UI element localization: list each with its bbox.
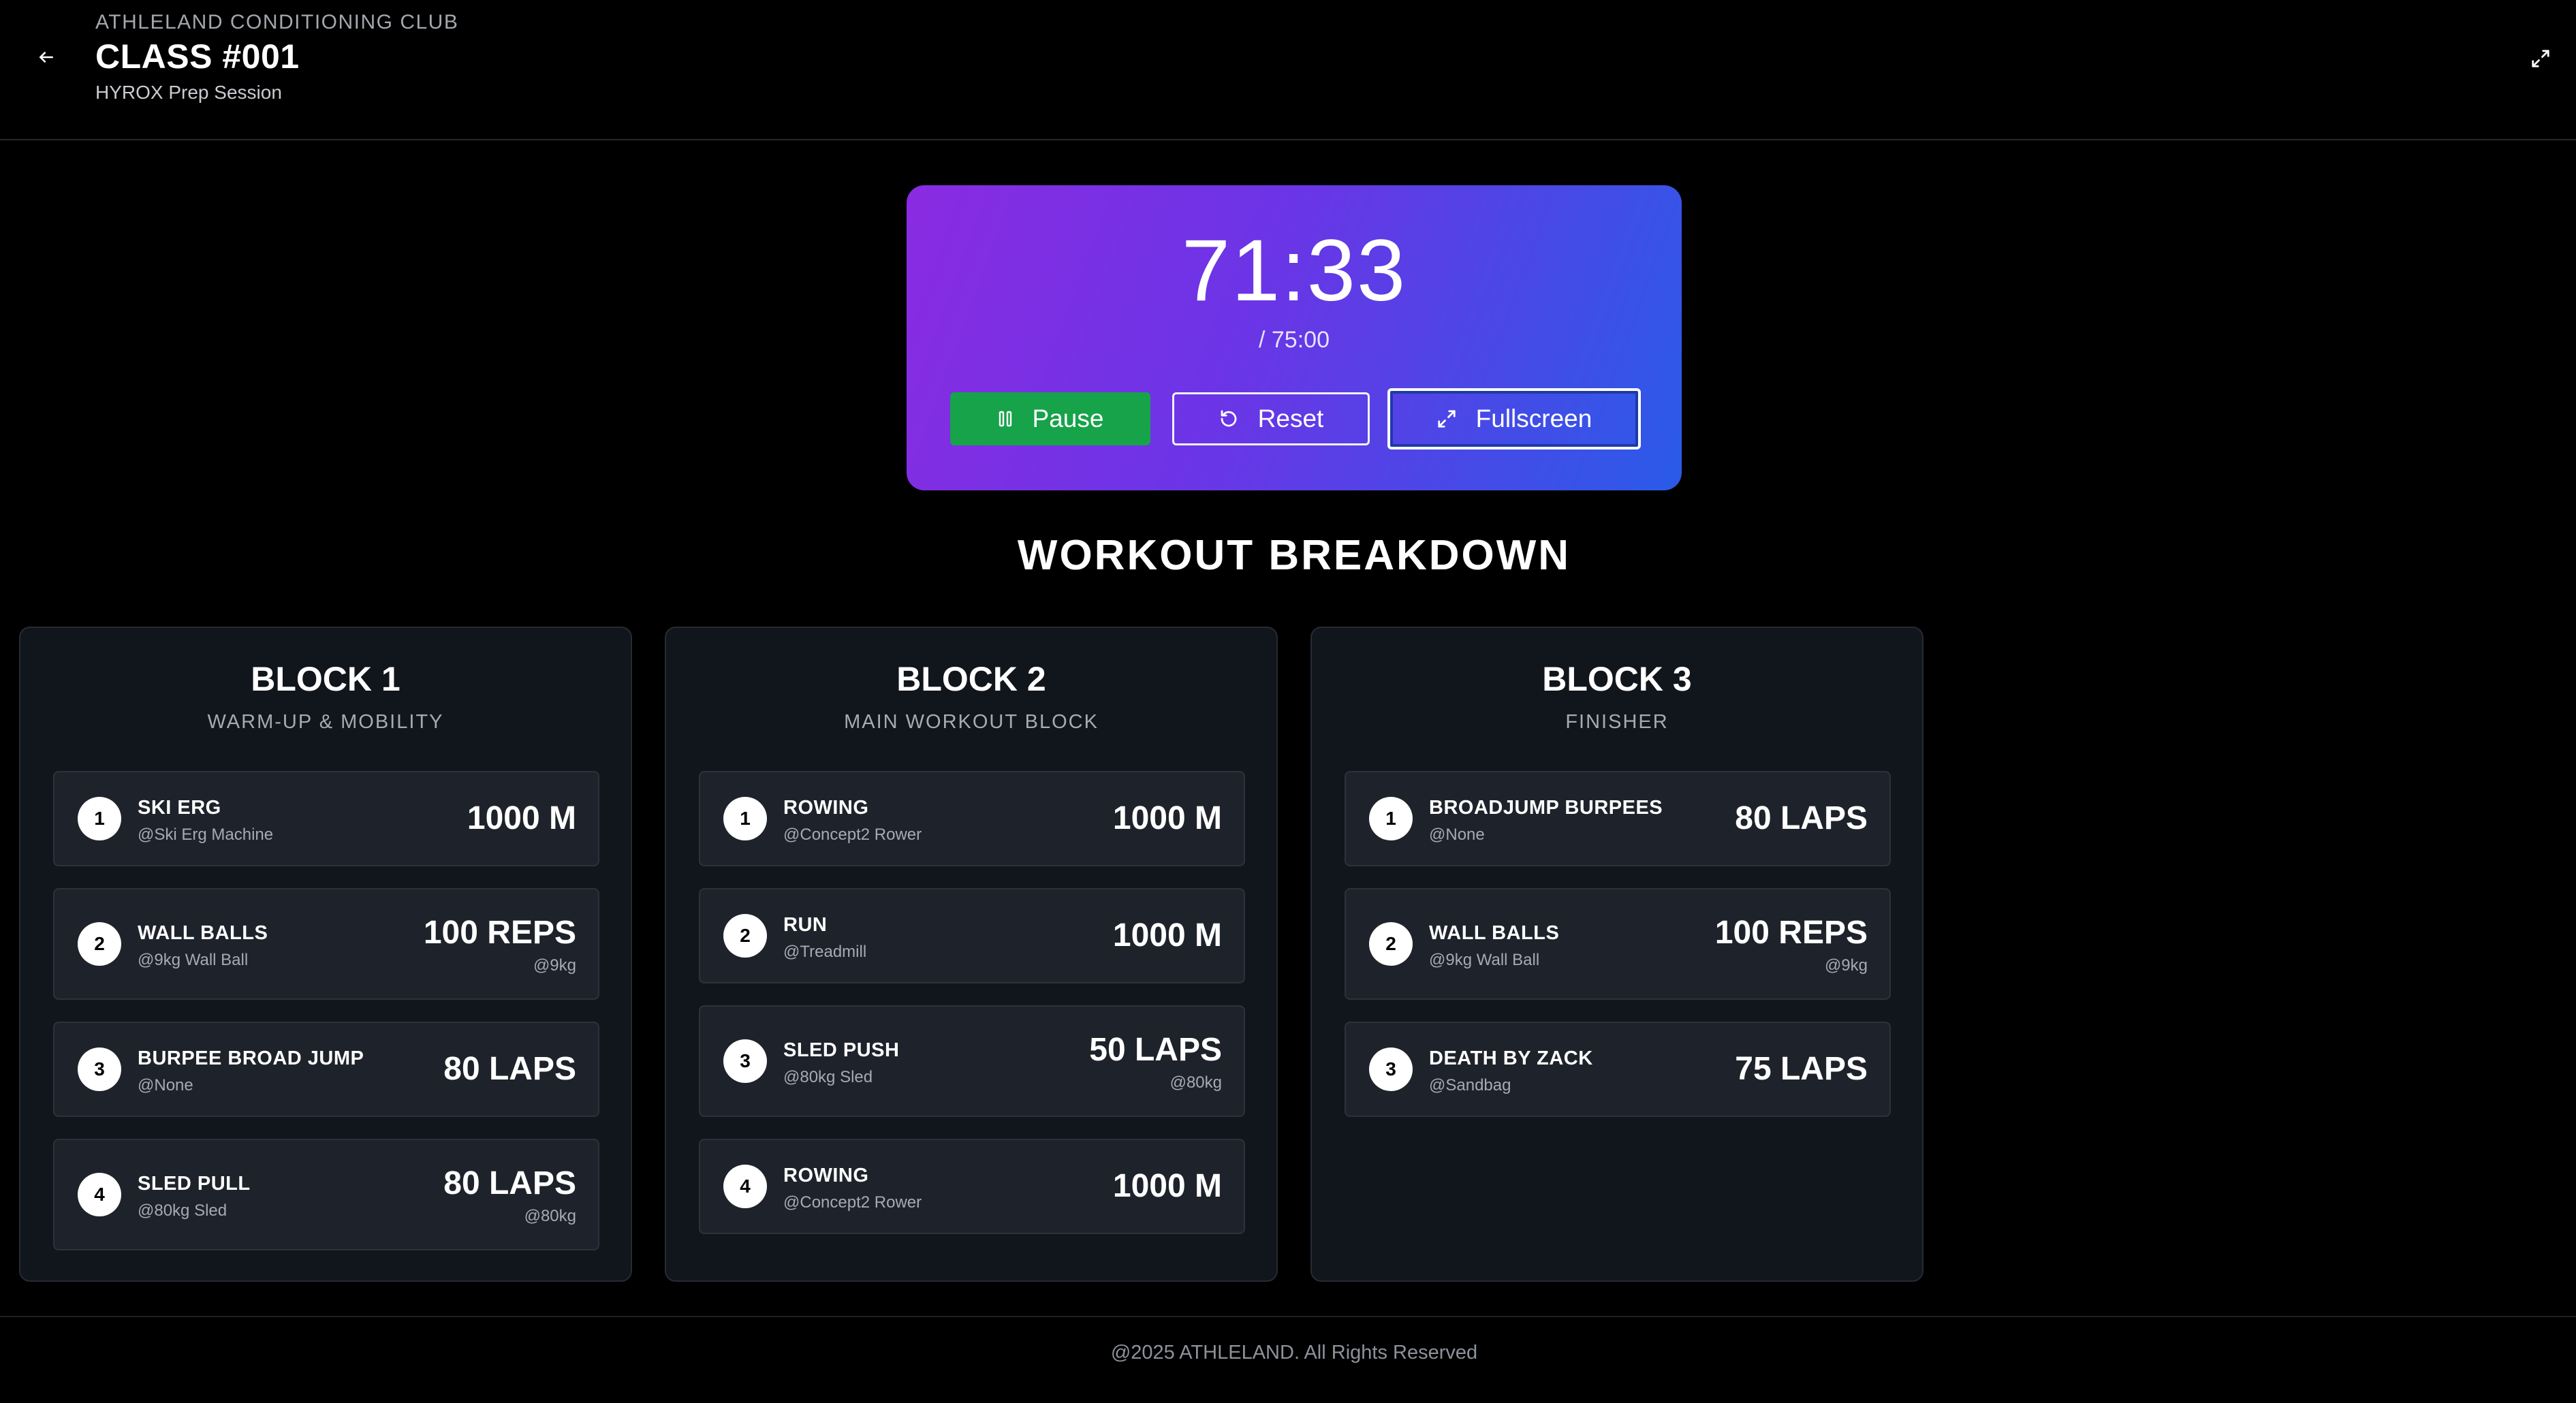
exercise-name: ROWING	[783, 797, 869, 819]
timer-card: 71:33 / 75:00 Pause Reset Fullscreen	[907, 185, 1682, 490]
page-header: ATHLELAND CONDITIONING CLUB CLASS #001 H…	[0, 0, 2576, 140]
exercise-item: 4 ROWING @Concept2 Rower 1000 M	[699, 1139, 1245, 1234]
club-name: ATHLELAND CONDITIONING CLUB	[95, 11, 459, 33]
exercise-name: BURPEE BROAD JUMP	[138, 1047, 364, 1069]
exercise-amount: 80 LAPS	[443, 1165, 576, 1201]
exercise-number: 2	[723, 914, 767, 958]
block-title: BLOCK 3	[1542, 660, 1692, 698]
block-subtitle: MAIN WORKOUT BLOCK	[844, 711, 1099, 733]
pause-button-label: Pause	[1032, 405, 1104, 432]
block-title: BLOCK 2	[896, 660, 1046, 698]
exercise-equipment: @80kg Sled	[783, 1068, 873, 1086]
exercise-number: 1	[1369, 797, 1413, 840]
exercise-name: WALL BALLS	[1429, 922, 1560, 944]
block-title: BLOCK 1	[251, 660, 400, 698]
block-subtitle: FINISHER	[1565, 711, 1669, 733]
exercise-name: ROWING	[783, 1165, 869, 1186]
exercise-amount: 80 LAPS	[443, 1051, 576, 1087]
exercise-item: 4 SLED PULL @80kg Sled 80 LAPS @80kg	[53, 1139, 599, 1250]
exercise-number: 1	[78, 797, 121, 840]
expand-icon	[1438, 410, 1456, 428]
exercise-number: 3	[78, 1047, 121, 1091]
exercise-amount: 1000 M	[1112, 917, 1222, 953]
exercise-equipment: @None	[138, 1076, 193, 1094]
block-subtitle: WARM-UP & MOBILITY	[207, 711, 444, 733]
exercise-amount: 1000 M	[1112, 1168, 1222, 1204]
exercise-amount: 100 REPS	[1714, 915, 1868, 951]
exercise-number: 2	[1369, 922, 1413, 966]
reset-button[interactable]: Reset	[1172, 392, 1370, 445]
copyright-text: @2025 ATHLELAND. All Rights Reserved	[1110, 1342, 1478, 1363]
exercise-number: 4	[723, 1165, 767, 1208]
exercise-equipment: @9kg Wall Ball	[138, 951, 249, 969]
workout-block-1: BLOCK 1 WARM-UP & MOBILITY 1 SKI ERG @Sk…	[19, 627, 632, 1282]
arrow-left-icon	[40, 52, 53, 63]
fullscreen-toggle-button[interactable]	[2526, 44, 2556, 74]
exercise-equipment: @Sandbag	[1429, 1076, 1511, 1094]
exercise-weight: @80kg	[1169, 1073, 1222, 1092]
exercise-item: 2 WALL BALLS @9kg Wall Ball 100 REPS @9k…	[53, 888, 599, 1000]
exercise-item: 1 ROWING @Concept2 Rower 1000 M	[699, 771, 1245, 866]
reset-button-label: Reset	[1257, 405, 1324, 432]
exercise-equipment: @Concept2 Rower	[783, 825, 922, 844]
class-subtitle: HYROX Prep Session	[95, 82, 282, 103]
exercise-equipment: @Treadmill	[783, 943, 867, 961]
exercise-amount: 75 LAPS	[1735, 1051, 1868, 1087]
exercise-number: 4	[78, 1173, 121, 1216]
exercise-name: SLED PUSH	[783, 1039, 900, 1061]
timer-elapsed: 71:33	[1181, 222, 1407, 319]
exercise-amount: 1000 M	[467, 800, 576, 836]
exercise-equipment: @Concept2 Rower	[783, 1193, 922, 1212]
exercise-name: SKI ERG	[138, 797, 221, 819]
exercise-number: 1	[723, 797, 767, 840]
workout-block-2: BLOCK 2 MAIN WORKOUT BLOCK 1 ROWING @Con…	[665, 627, 1278, 1282]
fullscreen-button[interactable]: Fullscreen	[1387, 388, 1641, 450]
exercise-name: SLED PULL	[138, 1173, 251, 1195]
exercise-weight: @80kg	[524, 1207, 576, 1225]
reset-icon	[1221, 410, 1237, 427]
exercise-equipment: @80kg Sled	[138, 1201, 227, 1220]
exercise-equipment: @9kg Wall Ball	[1429, 951, 1540, 969]
exercise-equipment: @Ski Erg Machine	[138, 825, 274, 844]
exercise-item: 2 WALL BALLS @9kg Wall Ball 100 REPS @9k…	[1345, 888, 1891, 1000]
exercise-item: 1 BROADJUMP BURPEES @None 80 LAPS	[1345, 771, 1891, 866]
exercise-number: 2	[78, 922, 121, 966]
expand-icon	[2532, 50, 2549, 67]
exercise-amount: 50 LAPS	[1089, 1032, 1222, 1068]
page-footer: @2025 ATHLELAND. All Rights Reserved	[0, 1316, 2576, 1403]
exercise-amount: 1000 M	[1112, 800, 1222, 836]
class-title: CLASS #001	[95, 37, 300, 76]
exercise-name: RUN	[783, 914, 828, 936]
exercise-item: 2 RUN @Treadmill 1000 M	[699, 888, 1245, 983]
exercise-item: 3 BURPEE BROAD JUMP @None 80 LAPS	[53, 1022, 599, 1117]
exercise-equipment: @None	[1429, 825, 1485, 844]
exercise-item: 3 SLED PUSH @80kg Sled 50 LAPS @80kg	[699, 1005, 1245, 1117]
workout-block-3: BLOCK 3 FINISHER 1 BROADJUMP BURPEES @No…	[1310, 627, 1923, 1282]
timer-total: / 75:00	[1259, 327, 1330, 353]
exercise-weight: @9kg	[1824, 956, 1868, 975]
exercise-item: 3 DEATH BY ZACK @Sandbag 75 LAPS	[1345, 1022, 1891, 1117]
exercise-name: WALL BALLS	[138, 922, 268, 944]
pause-button[interactable]: Pause	[950, 392, 1150, 445]
exercise-weight: @9kg	[533, 956, 576, 975]
pause-icon	[999, 411, 1011, 427]
fullscreen-button-label: Fullscreen	[1475, 405, 1592, 432]
workout-breakdown-title: WORKOUT BREAKDOWN	[1017, 532, 1571, 579]
exercise-amount: 100 REPS	[423, 915, 576, 951]
exercise-number: 3	[723, 1039, 767, 1083]
exercise-item: 1 SKI ERG @Ski Erg Machine 1000 M	[53, 771, 599, 866]
exercise-number: 3	[1369, 1047, 1413, 1091]
back-button[interactable]	[30, 41, 63, 74]
exercise-name: DEATH BY ZACK	[1429, 1047, 1593, 1069]
exercise-amount: 80 LAPS	[1735, 800, 1868, 836]
exercise-name: BROADJUMP BURPEES	[1429, 797, 1663, 819]
